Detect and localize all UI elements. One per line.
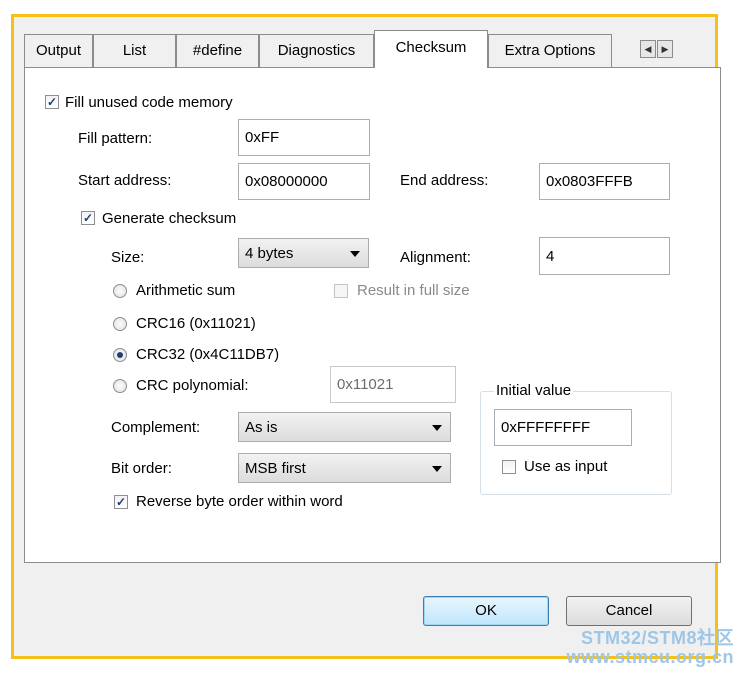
fill-unused-label: Fill unused code memory	[65, 94, 233, 111]
complement-label: Complement:	[111, 419, 201, 436]
bit-order-value: MSB first	[245, 460, 306, 477]
complement-dropdown[interactable]: As is	[238, 412, 451, 442]
crc32-radio[interactable]	[113, 348, 127, 362]
start-address-label: Start address:	[78, 172, 172, 189]
bit-order-label: Bit order:	[111, 460, 172, 477]
result-full-size-checkbox[interactable]	[334, 284, 348, 298]
start-address-input[interactable]	[238, 163, 370, 200]
arithmetic-sum-label: Arithmetic sum	[136, 282, 236, 299]
tab-list[interactable]: List	[93, 34, 176, 67]
polynomial-input[interactable]	[330, 366, 456, 403]
radio-selected-dot	[117, 352, 123, 358]
bit-order-dropdown[interactable]: MSB first	[238, 453, 451, 483]
initial-value-legend: Initial value	[494, 382, 574, 399]
end-address-label: End address:	[400, 172, 489, 189]
use-as-input-label: Use as input	[524, 458, 608, 475]
initial-value-input[interactable]	[494, 409, 632, 446]
tab-define[interactable]: #define	[176, 34, 259, 67]
crc32-label: CRC32 (0x4C11DB7)	[136, 346, 280, 363]
initial-value-group: Initial value Use as input	[480, 382, 672, 495]
crc-polynomial-label: CRC polynomial:	[136, 377, 249, 394]
tab-scroll-left-icon[interactable]: ◀	[640, 40, 656, 58]
end-address-input[interactable]	[539, 163, 670, 200]
alignment-input[interactable]	[539, 237, 670, 275]
fill-pattern-label: Fill pattern:	[78, 130, 153, 147]
chevron-down-icon	[432, 466, 442, 472]
alignment-label: Alignment:	[400, 249, 471, 266]
size-value: 4 bytes	[245, 245, 294, 262]
crc-polynomial-radio[interactable]	[113, 379, 127, 393]
generate-checksum-checkbox[interactable]: ✓	[81, 211, 95, 225]
reverse-byte-order-checkbox[interactable]: ✓	[114, 495, 128, 509]
generate-checksum-label: Generate checksum	[102, 210, 237, 227]
tab-scroll-right-icon[interactable]: ▶	[657, 40, 673, 58]
cancel-button[interactable]: Cancel	[566, 596, 692, 626]
ok-button[interactable]: OK	[423, 596, 549, 626]
size-label: Size:	[111, 249, 145, 266]
crc16-radio[interactable]	[113, 317, 127, 331]
size-dropdown[interactable]: 4 bytes	[238, 238, 369, 268]
tab-extra-options[interactable]: Extra Options	[488, 34, 612, 67]
reverse-byte-order-label: Reverse byte order within word	[136, 493, 343, 510]
tab-output[interactable]: Output	[24, 34, 93, 67]
crc16-label: CRC16 (0x11021)	[136, 315, 256, 332]
tab-diagnostics[interactable]: Diagnostics	[259, 34, 374, 67]
fill-unused-checkbox[interactable]: ✓	[45, 95, 59, 109]
complement-value: As is	[245, 419, 278, 436]
watermark-url: www.stmcu.org.cn	[566, 647, 734, 667]
arithmetic-sum-radio[interactable]	[113, 284, 127, 298]
chevron-down-icon	[432, 425, 442, 431]
tab-checksum[interactable]: Checksum	[374, 30, 488, 68]
fill-pattern-input[interactable]	[238, 119, 370, 156]
chevron-down-icon	[350, 251, 360, 257]
result-full-size-label: Result in full size	[357, 282, 470, 299]
use-as-input-checkbox[interactable]	[502, 460, 516, 474]
